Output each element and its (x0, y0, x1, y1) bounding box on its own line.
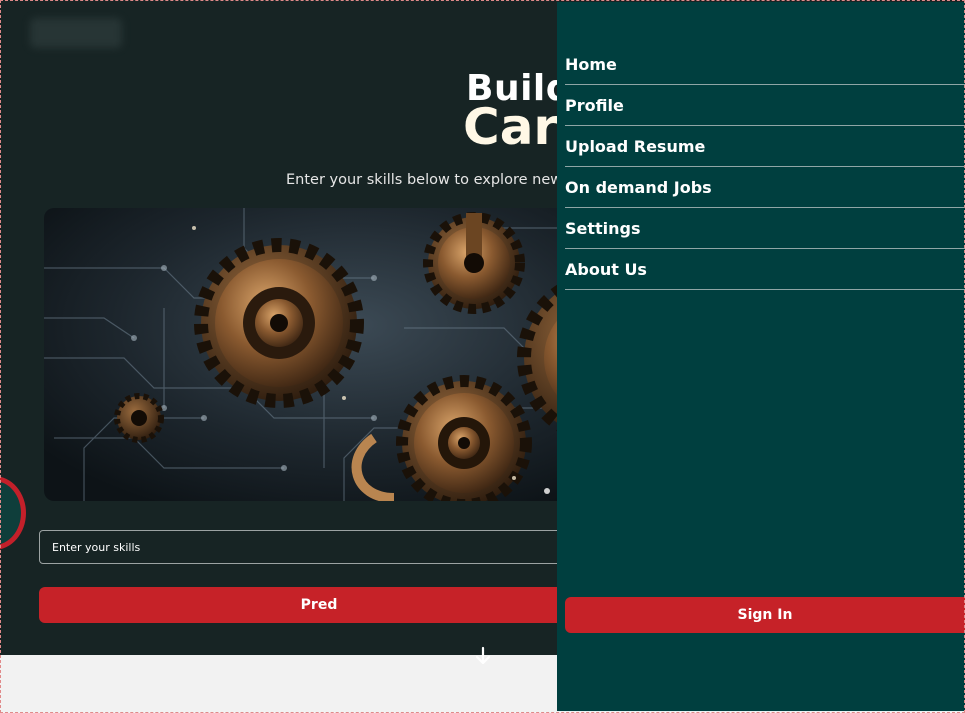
skills-input[interactable] (39, 530, 599, 564)
nav-item-profile[interactable]: Profile (565, 86, 965, 126)
floating-badge[interactable] (0, 476, 26, 550)
nav-item-home[interactable]: Home (565, 45, 965, 85)
hero-subtitle: Enter your skills below to explore new c (286, 172, 575, 188)
hero-title-line2: Car (463, 98, 559, 156)
hero-carousel-image (44, 208, 604, 501)
nav-item-about-us[interactable]: About Us (565, 250, 965, 290)
arrow-down-icon[interactable] (474, 646, 492, 669)
nav-menu: Home Profile Upload Resume On demand Job… (565, 45, 965, 291)
predict-button[interactable]: Pred (39, 587, 599, 623)
nav-item-on-demand-jobs[interactable]: On demand Jobs (565, 168, 965, 208)
medium-gear-icon (396, 375, 532, 501)
gears-circuit-illustration (44, 208, 604, 501)
nav-item-settings[interactable]: Settings (565, 209, 965, 249)
nav-item-upload-resume[interactable]: Upload Resume (565, 127, 965, 167)
large-gear-icon (194, 238, 364, 408)
nav-drawer: Home Profile Upload Resume On demand Job… (557, 2, 965, 711)
site-logo[interactable] (30, 18, 122, 48)
sign-in-button[interactable]: Sign In (565, 597, 965, 633)
carousel-dot[interactable] (544, 488, 550, 494)
